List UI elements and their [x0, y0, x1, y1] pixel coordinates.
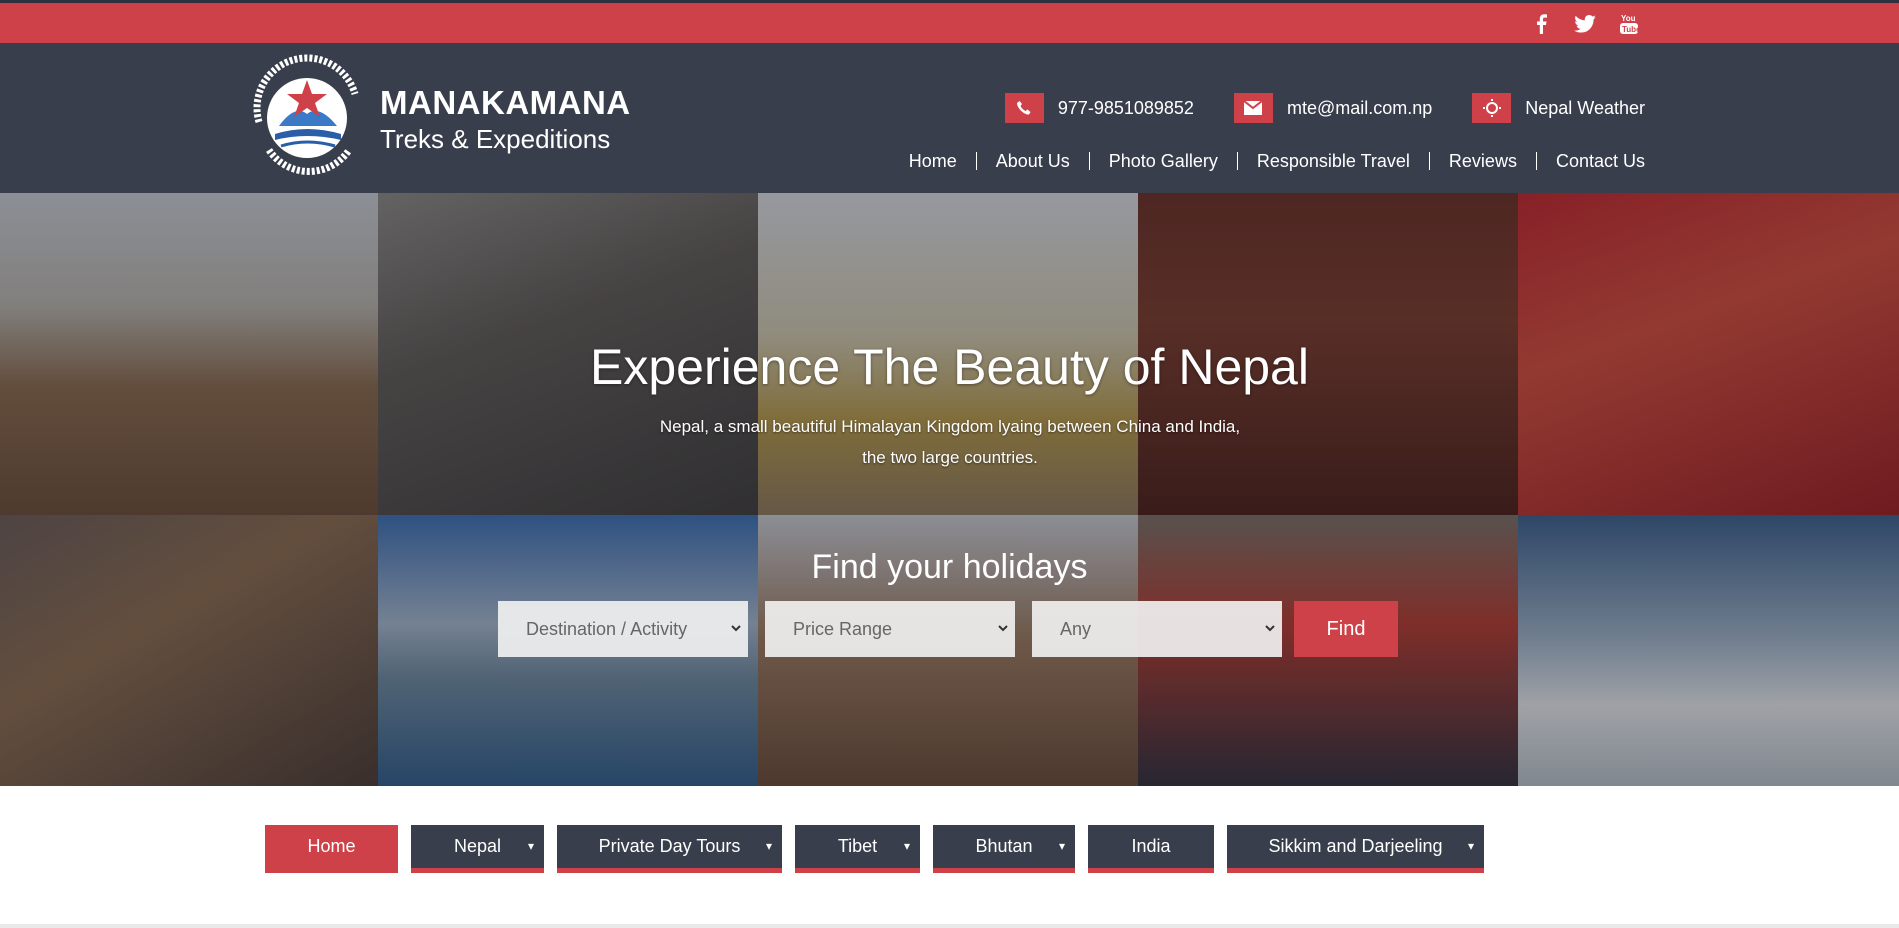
nav-responsible-travel[interactable]: Responsible Travel — [1236, 152, 1429, 170]
weather-contact[interactable]: Nepal Weather — [1472, 93, 1645, 123]
nav-contact-us[interactable]: Contact Us — [1535, 152, 1645, 170]
menu-india-label: India — [1131, 836, 1171, 856]
duration-select-value: Any — [1060, 618, 1092, 639]
menu-bhutan[interactable]: Bhutan ▾ — [933, 825, 1075, 873]
hero-subtitle-line2: the two large countries. — [862, 448, 1038, 467]
caret-down-icon: ▾ — [1058, 839, 1065, 853]
brand-tagline: Treks & Expeditions — [380, 124, 611, 154]
svg-text:Tube: Tube — [1622, 25, 1638, 34]
price-range-select[interactable]: Price Range — [765, 601, 1015, 657]
caret-down-icon: ▾ — [527, 839, 534, 853]
main-nav: Home About Us Photo Gallery Responsible … — [890, 152, 1645, 170]
twitter-icon[interactable] — [1563, 12, 1607, 36]
phone-contact[interactable]: 977-9851089852 — [1004, 93, 1194, 123]
menu-nepal[interactable]: Nepal ▾ — [411, 825, 544, 873]
menu-tibet[interactable]: Tibet ▾ — [795, 825, 920, 873]
chevron-down-icon — [1265, 625, 1275, 632]
hero-subtitle-line1: Nepal, a small beautiful Himalayan Kingd… — [659, 417, 1241, 436]
menu-sikkim-darjeeling-label: Sikkim and Darjeeling — [1268, 836, 1443, 856]
hero-subtitle: Nepal, a small beautiful Himalayan Kingd… — [640, 411, 1260, 473]
search-title: Find your holidays — [811, 548, 1088, 586]
menu-india[interactable]: India — [1088, 825, 1214, 873]
duration-select[interactable]: Any — [1032, 601, 1282, 657]
email-contact[interactable]: mte@mail.com.np — [1233, 93, 1433, 123]
menu-tibet-label: Tibet — [837, 836, 878, 856]
nav-reviews[interactable]: Reviews — [1428, 152, 1536, 170]
holiday-search-form: Destination / Activity Price Range Any F… — [498, 601, 1398, 657]
weather-link: Nepal Weather — [1525, 97, 1645, 118]
caret-down-icon: ▾ — [903, 839, 910, 853]
hero-overlay — [0, 193, 1899, 786]
site-logo[interactable]: MANAKAMANA Treks & Expeditions — [245, 54, 630, 182]
caret-down-icon: ▾ — [765, 839, 772, 853]
email-address: mte@mail.com.np — [1286, 97, 1433, 118]
menu-sikkim-darjeeling[interactable]: Sikkim and Darjeeling ▾ — [1227, 825, 1484, 873]
destination-menu: Home Nepal ▾ Private Day Tours ▾ Tibet ▾… — [265, 825, 1484, 873]
hero-title: Experience The Beauty of Nepal — [590, 339, 1309, 395]
destination-select[interactable]: Destination / Activity — [498, 601, 748, 657]
menu-private-day-tours-label: Private Day Tours — [598, 836, 741, 856]
menu-home-label: Home — [307, 836, 356, 856]
find-button[interactable]: Find — [1294, 601, 1398, 657]
contact-strip: 977-9851089852 mte@mail.com.np Nepal Wea… — [1004, 93, 1645, 123]
phone-icon — [1004, 93, 1044, 123]
nav-photo-gallery[interactable]: Photo Gallery — [1088, 152, 1237, 170]
hero-banner: Experience The Beauty of Nepal Nepal, a … — [0, 193, 1899, 786]
menu-private-day-tours[interactable]: Private Day Tours ▾ — [557, 825, 782, 873]
social-links: You Tube — [1519, 12, 1651, 36]
chevron-down-icon — [731, 625, 741, 632]
top-bar: You Tube — [0, 0, 1899, 43]
menu-home[interactable]: Home — [265, 825, 398, 873]
destination-select-value: Destination / Activity — [526, 618, 688, 639]
nav-home[interactable]: Home — [890, 152, 976, 170]
envelope-icon — [1233, 93, 1273, 123]
section-divider — [0, 924, 1899, 928]
sun-icon — [1472, 93, 1512, 123]
facebook-icon[interactable] — [1519, 12, 1563, 36]
site-header: MANAKAMANA Treks & Expeditions 977-98510… — [0, 43, 1899, 193]
menu-nepal-label: Nepal — [453, 836, 502, 856]
chevron-down-icon — [998, 625, 1008, 632]
youtube-icon[interactable]: You Tube — [1607, 12, 1651, 36]
price-range-select-value: Price Range — [793, 618, 893, 639]
phone-number: 977-9851089852 — [1057, 97, 1194, 118]
caret-down-icon: ▾ — [1467, 839, 1474, 853]
logo-seal-icon — [249, 54, 365, 176]
menu-bhutan-label: Bhutan — [975, 836, 1033, 856]
brand-name: MANAKAMANA — [380, 84, 631, 121]
nav-about-us[interactable]: About Us — [975, 152, 1089, 170]
svg-text:You: You — [1621, 14, 1636, 23]
